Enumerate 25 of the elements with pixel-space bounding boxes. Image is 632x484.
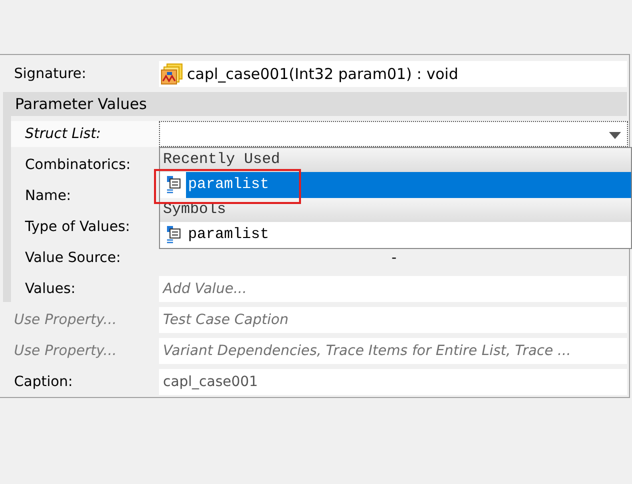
input-field[interactable]: Test Case Caption <box>159 307 627 333</box>
property-label: Use Property... <box>13 312 118 328</box>
field-label: Signature: <box>13 66 88 82</box>
list-icon <box>166 226 182 244</box>
property-label: Caption: <box>13 374 74 390</box>
group-header: Recently Used <box>160 148 631 172</box>
section-header: Parameter Values <box>3 92 627 116</box>
property-label: Use Property... <box>13 343 118 359</box>
input-field[interactable]: capl_case001 <box>159 369 627 395</box>
field-label: Values: <box>24 281 76 297</box>
script-file-icon <box>161 63 183 85</box>
dropdown-item[interactable]: paramlist <box>186 222 631 248</box>
field-label: Value Source: <box>24 250 122 266</box>
field-label: Name: <box>24 188 72 204</box>
caret-icon <box>609 132 621 139</box>
struct-list-dropdown[interactable] <box>159 121 628 147</box>
field-label: Combinatorics: <box>24 157 132 173</box>
input-field[interactable]: Add Value... <box>159 276 627 302</box>
value-text: - <box>390 250 398 266</box>
field-label: Type of Values: <box>24 219 132 235</box>
input-field[interactable]: Variant Dependencies, Trace Items for Entire List, Trace ... <box>159 338 627 364</box>
dropdown-item[interactable]: paramlist <box>186 172 631 198</box>
field-label: Struct List: <box>24 126 102 142</box>
list-icon <box>166 176 182 194</box>
signature-text: capl_case001(Int32 param01) : void <box>187 65 458 83</box>
